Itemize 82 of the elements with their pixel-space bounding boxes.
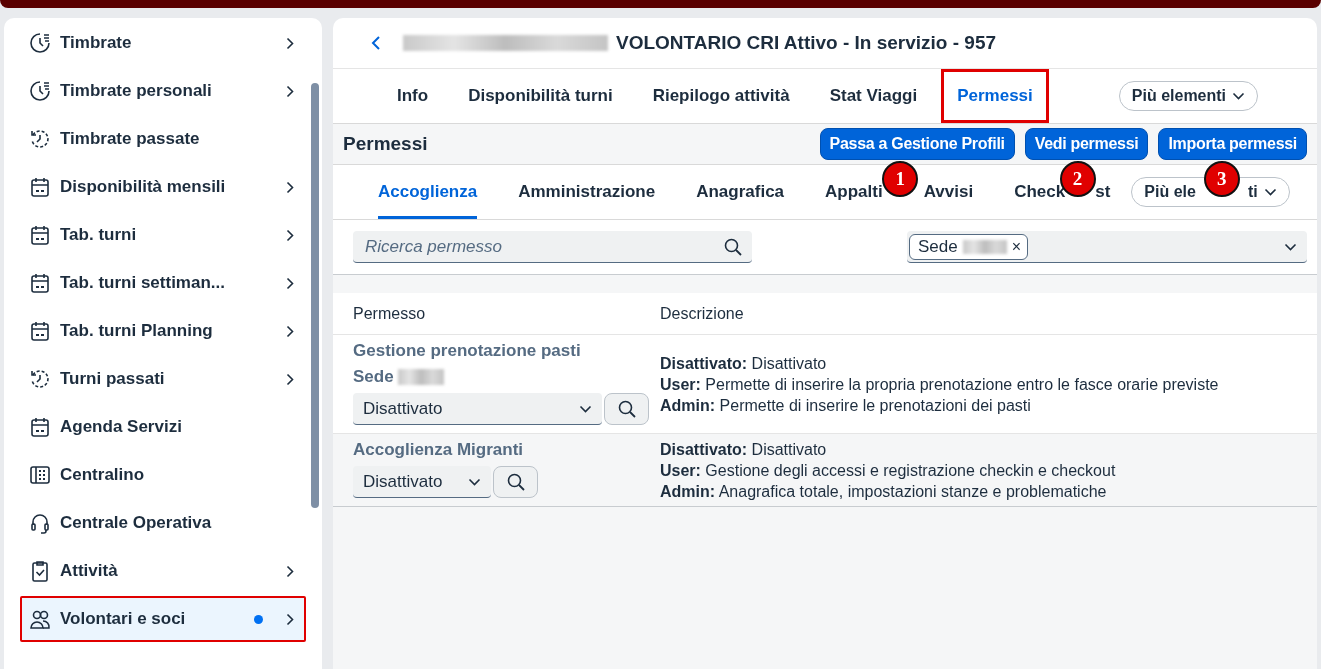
scrollbar[interactable] xyxy=(311,83,319,508)
tab[interactable]: Info xyxy=(393,69,433,123)
chevron-right-icon xyxy=(286,612,294,626)
permission-location: Sede xyxy=(353,367,394,387)
sidebar-item[interactable]: Timbrate passate xyxy=(20,116,306,162)
chevron-down-icon xyxy=(1232,92,1246,100)
chevron-right-icon xyxy=(286,564,294,578)
chevron-right-icon xyxy=(286,276,294,290)
section-title: Permessi xyxy=(343,133,429,155)
description-line: Disattivato: Disattivato xyxy=(660,439,828,460)
table-row[interactable]: Accoglienza Migranti Disattivato Disattivato: Disattivato User: Gestione degli accessi e registrazione checkin e checkout Admin: Anagrafica totale, impostazioni stanze e problematiche xyxy=(333,434,1317,507)
action-button[interactable]: Passa a Gestione Profili xyxy=(819,128,1015,160)
column-header: Descrizione xyxy=(660,304,744,322)
chevron-right-icon xyxy=(286,372,294,386)
calendar-icon xyxy=(29,224,51,246)
tab[interactable]: Disponibilità turni xyxy=(464,69,617,123)
history-icon xyxy=(29,368,51,390)
callout-badge: 3 xyxy=(1203,161,1240,197)
back-chevron-icon[interactable] xyxy=(371,35,381,51)
column-header: Permesso xyxy=(353,304,426,322)
permission-name: Gestione prenotazione pasti xyxy=(353,341,582,361)
keypad-icon xyxy=(29,464,51,486)
clock-list-icon xyxy=(29,80,51,102)
people-icon xyxy=(29,608,51,630)
chevron-down-icon xyxy=(1263,188,1277,196)
chevron-down-icon xyxy=(579,404,592,413)
tab[interactable]: Stat Viaggi xyxy=(825,69,922,123)
chevron-right-icon xyxy=(286,36,294,50)
search-icon xyxy=(506,473,525,491)
chevron-right-icon xyxy=(286,324,294,338)
action-button[interactable]: Importa permessi xyxy=(1158,128,1307,160)
clipboard-check-icon xyxy=(29,560,51,582)
sidebar-item[interactable]: Tab. turni Planning xyxy=(20,308,306,354)
sidebar-item[interactable]: Tab. turni xyxy=(20,212,306,258)
description-line: Disattivato: Disattivato xyxy=(660,353,828,374)
calendar-icon xyxy=(29,416,51,438)
calendar-icon xyxy=(29,176,51,198)
headset-icon xyxy=(29,512,51,534)
tab[interactable]: Avvisi xyxy=(923,165,974,219)
tab[interactable]: Anagrafica xyxy=(696,165,785,219)
tab[interactable]: Amministrazione xyxy=(518,165,656,219)
chevron-right-icon xyxy=(286,228,294,242)
description-line: User: Permette di inserire la propria prenotazione entro le fasce orarie previste xyxy=(660,374,1220,395)
search-icon xyxy=(617,400,636,418)
chevron-down-icon xyxy=(1284,242,1297,251)
callout-badge: 1 xyxy=(882,161,919,197)
chevron-right-icon xyxy=(286,84,294,98)
tab[interactable]: Appalti xyxy=(825,165,883,219)
tab[interactable]: Permessi xyxy=(941,69,1049,123)
description-line: Admin: Anagrafica totale, impostazioni stanze e problematiche xyxy=(660,481,1108,502)
sidebar-item[interactable]: Disponibilità mensili xyxy=(20,164,306,210)
sidebar-item[interactable]: Attività xyxy=(20,548,306,594)
sidebar-item[interactable]: Tab. turni settiman... xyxy=(20,260,306,306)
status-select[interactable]: Disattivato xyxy=(353,393,602,425)
status-select[interactable]: Disattivato xyxy=(353,466,491,498)
chevron-down-icon xyxy=(468,477,481,486)
tab[interactable]: Riepilogo attività xyxy=(648,69,794,123)
filter-combobox[interactable]: Sede × xyxy=(907,231,1307,263)
sidebar-item[interactable]: Agenda Servizi xyxy=(20,404,306,450)
more-tabs-button[interactable]: Più elementi xyxy=(1118,81,1259,111)
calendar-icon xyxy=(29,272,51,294)
sidebar-item[interactable]: Timbrate personali xyxy=(20,68,306,114)
search-button[interactable] xyxy=(604,393,649,425)
filter-token[interactable]: Sede × xyxy=(909,233,1029,260)
sidebar-item[interactable]: Turni passati xyxy=(20,356,306,402)
calendar-icon xyxy=(29,320,51,342)
sidebar-item[interactable]: Centralino xyxy=(20,452,306,498)
search-button[interactable] xyxy=(493,466,538,498)
search-icon xyxy=(724,238,742,256)
description-line: User: Gestione degli accessi e registrazione checkin e checkout xyxy=(660,460,1117,481)
sidebar-item[interactable]: Timbrate xyxy=(20,20,306,66)
history-icon xyxy=(29,128,51,150)
chevron-right-icon xyxy=(286,180,294,194)
clock-list-icon xyxy=(29,32,51,54)
description-line: Admin: Permette di inserire le prenotazioni dei pasti xyxy=(660,395,1032,416)
action-button[interactable]: Vedi permessi xyxy=(1024,128,1149,160)
tab[interactable]: Accoglienza xyxy=(378,165,478,219)
sidebar-item[interactable]: Volontari e soci xyxy=(20,596,306,642)
page-title: VOLONTARIO CRI Attivo - In servizio - 957 xyxy=(616,32,997,54)
sidebar-item[interactable]: Centrale Operativa xyxy=(20,500,306,546)
permission-name: Accoglienza Migranti xyxy=(353,440,525,460)
search-field[interactable]: Ricerca permesso xyxy=(353,231,752,263)
